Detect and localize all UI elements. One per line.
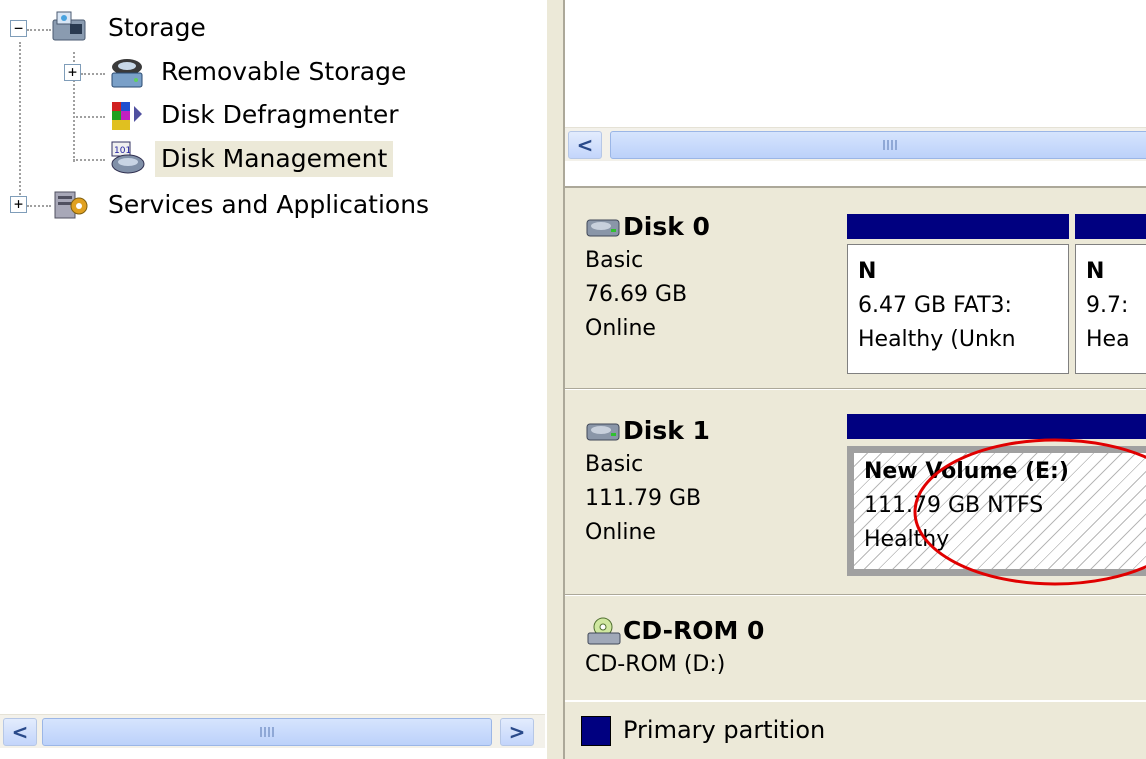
disk-size: 76.69 GB (585, 282, 688, 307)
chevron-left-icon: < (11, 720, 29, 744)
legend-primary-partition: Primary partition (623, 716, 826, 744)
tree-connector (81, 73, 105, 75)
services-applications-expander[interactable]: + (10, 196, 27, 213)
volume-size: 9.7: (1086, 293, 1129, 318)
disk-type: CD-ROM (D:) (585, 652, 726, 677)
tree-item-services-and-applications[interactable]: Services and Applications (102, 187, 435, 223)
graphical-disk-view: Disk 0 Basic 76.69 GB Online N 6.47 GB F… (565, 186, 1146, 700)
svg-text:101: 101 (114, 146, 131, 156)
partition-bar (1075, 214, 1146, 239)
scroll-left-button[interactable]: < (568, 131, 602, 159)
scroll-left-button[interactable]: < (3, 718, 37, 746)
cd-drive-icon (587, 617, 621, 645)
chevron-left-icon: < (576, 133, 594, 157)
storage-expander[interactable]: − (10, 20, 27, 37)
tree-connector (73, 116, 105, 118)
tree-connector (27, 29, 51, 31)
tree-horizontal-scrollbar[interactable]: < > (0, 714, 545, 748)
scroll-thumb[interactable] (610, 131, 1146, 159)
disk-type: Basic (585, 248, 644, 273)
removable-storage-expander[interactable]: + (64, 64, 81, 81)
storage-icon (52, 11, 86, 41)
disk-row-separator (565, 594, 1146, 596)
console-tree-pane: − Storage + Removable Storage Disk Defra… (0, 0, 545, 759)
disk-management-pane: < Disk 0 Basic 76.69 GB Online N 6.47 GB… (565, 0, 1146, 759)
disk-title: Disk 0 (623, 212, 710, 241)
scroll-right-button[interactable]: > (500, 718, 534, 746)
partition-bar (847, 214, 1069, 239)
disk-management-icon: 101 (111, 141, 145, 174)
volume-name: N (1086, 259, 1105, 284)
tree-item-removable-storage[interactable]: Removable Storage (155, 54, 412, 90)
pane-splitter[interactable] (545, 0, 565, 759)
hard-disk-icon (586, 423, 620, 441)
grip-icon (883, 140, 897, 150)
volume-status: Healthy (Unkn (858, 327, 1016, 352)
tree-item-storage[interactable]: Storage (102, 10, 212, 46)
tree-connector (73, 159, 105, 161)
primary-partition-swatch (581, 716, 611, 746)
tree-item-disk-defragmenter[interactable]: Disk Defragmenter (155, 97, 405, 133)
grip-icon (260, 727, 274, 737)
tree-connector (19, 42, 21, 210)
disk-defragmenter-icon (112, 102, 142, 130)
hard-disk-icon (586, 219, 620, 237)
scroll-thumb[interactable] (42, 718, 492, 746)
tree-item-disk-management[interactable]: Disk Management (155, 141, 394, 177)
disk-title: CD-ROM 0 (623, 616, 765, 645)
volume-status: Hea (1086, 327, 1130, 352)
disk-title: Disk 1 (623, 416, 710, 445)
volume-list-horizontal-scrollbar[interactable]: < (565, 127, 1146, 161)
disk-row-separator (565, 388, 1146, 390)
volume-disk0-part2[interactable]: N 9.7: Hea (1075, 244, 1146, 374)
tree-connector (27, 205, 51, 207)
volume-disk0-part1[interactable]: N 6.47 GB FAT3: Healthy (Unkn (847, 244, 1069, 374)
cdrom-0-info[interactable]: CD-ROM 0 CD-ROM (D:) (565, 614, 835, 682)
volume-size: 6.47 GB FAT3: (858, 293, 1012, 318)
legend-bar: Primary partition (565, 700, 1146, 759)
disk-size: 111.79 GB (585, 486, 702, 511)
annotation-ellipse-icon (913, 438, 1146, 586)
disk-type: Basic (585, 452, 644, 477)
services-applications-icon (54, 191, 88, 219)
partition-bar (847, 414, 1146, 439)
removable-storage-icon (111, 59, 143, 88)
volume-name: N (858, 259, 877, 284)
disk-0-info[interactable]: Disk 0 Basic 76.69 GB Online (565, 210, 835, 346)
disk-status: Online (585, 520, 656, 545)
disk-1-info[interactable]: Disk 1 Basic 111.79 GB Online (565, 414, 835, 550)
disk-status: Online (585, 316, 656, 341)
chevron-right-icon: > (508, 720, 526, 744)
